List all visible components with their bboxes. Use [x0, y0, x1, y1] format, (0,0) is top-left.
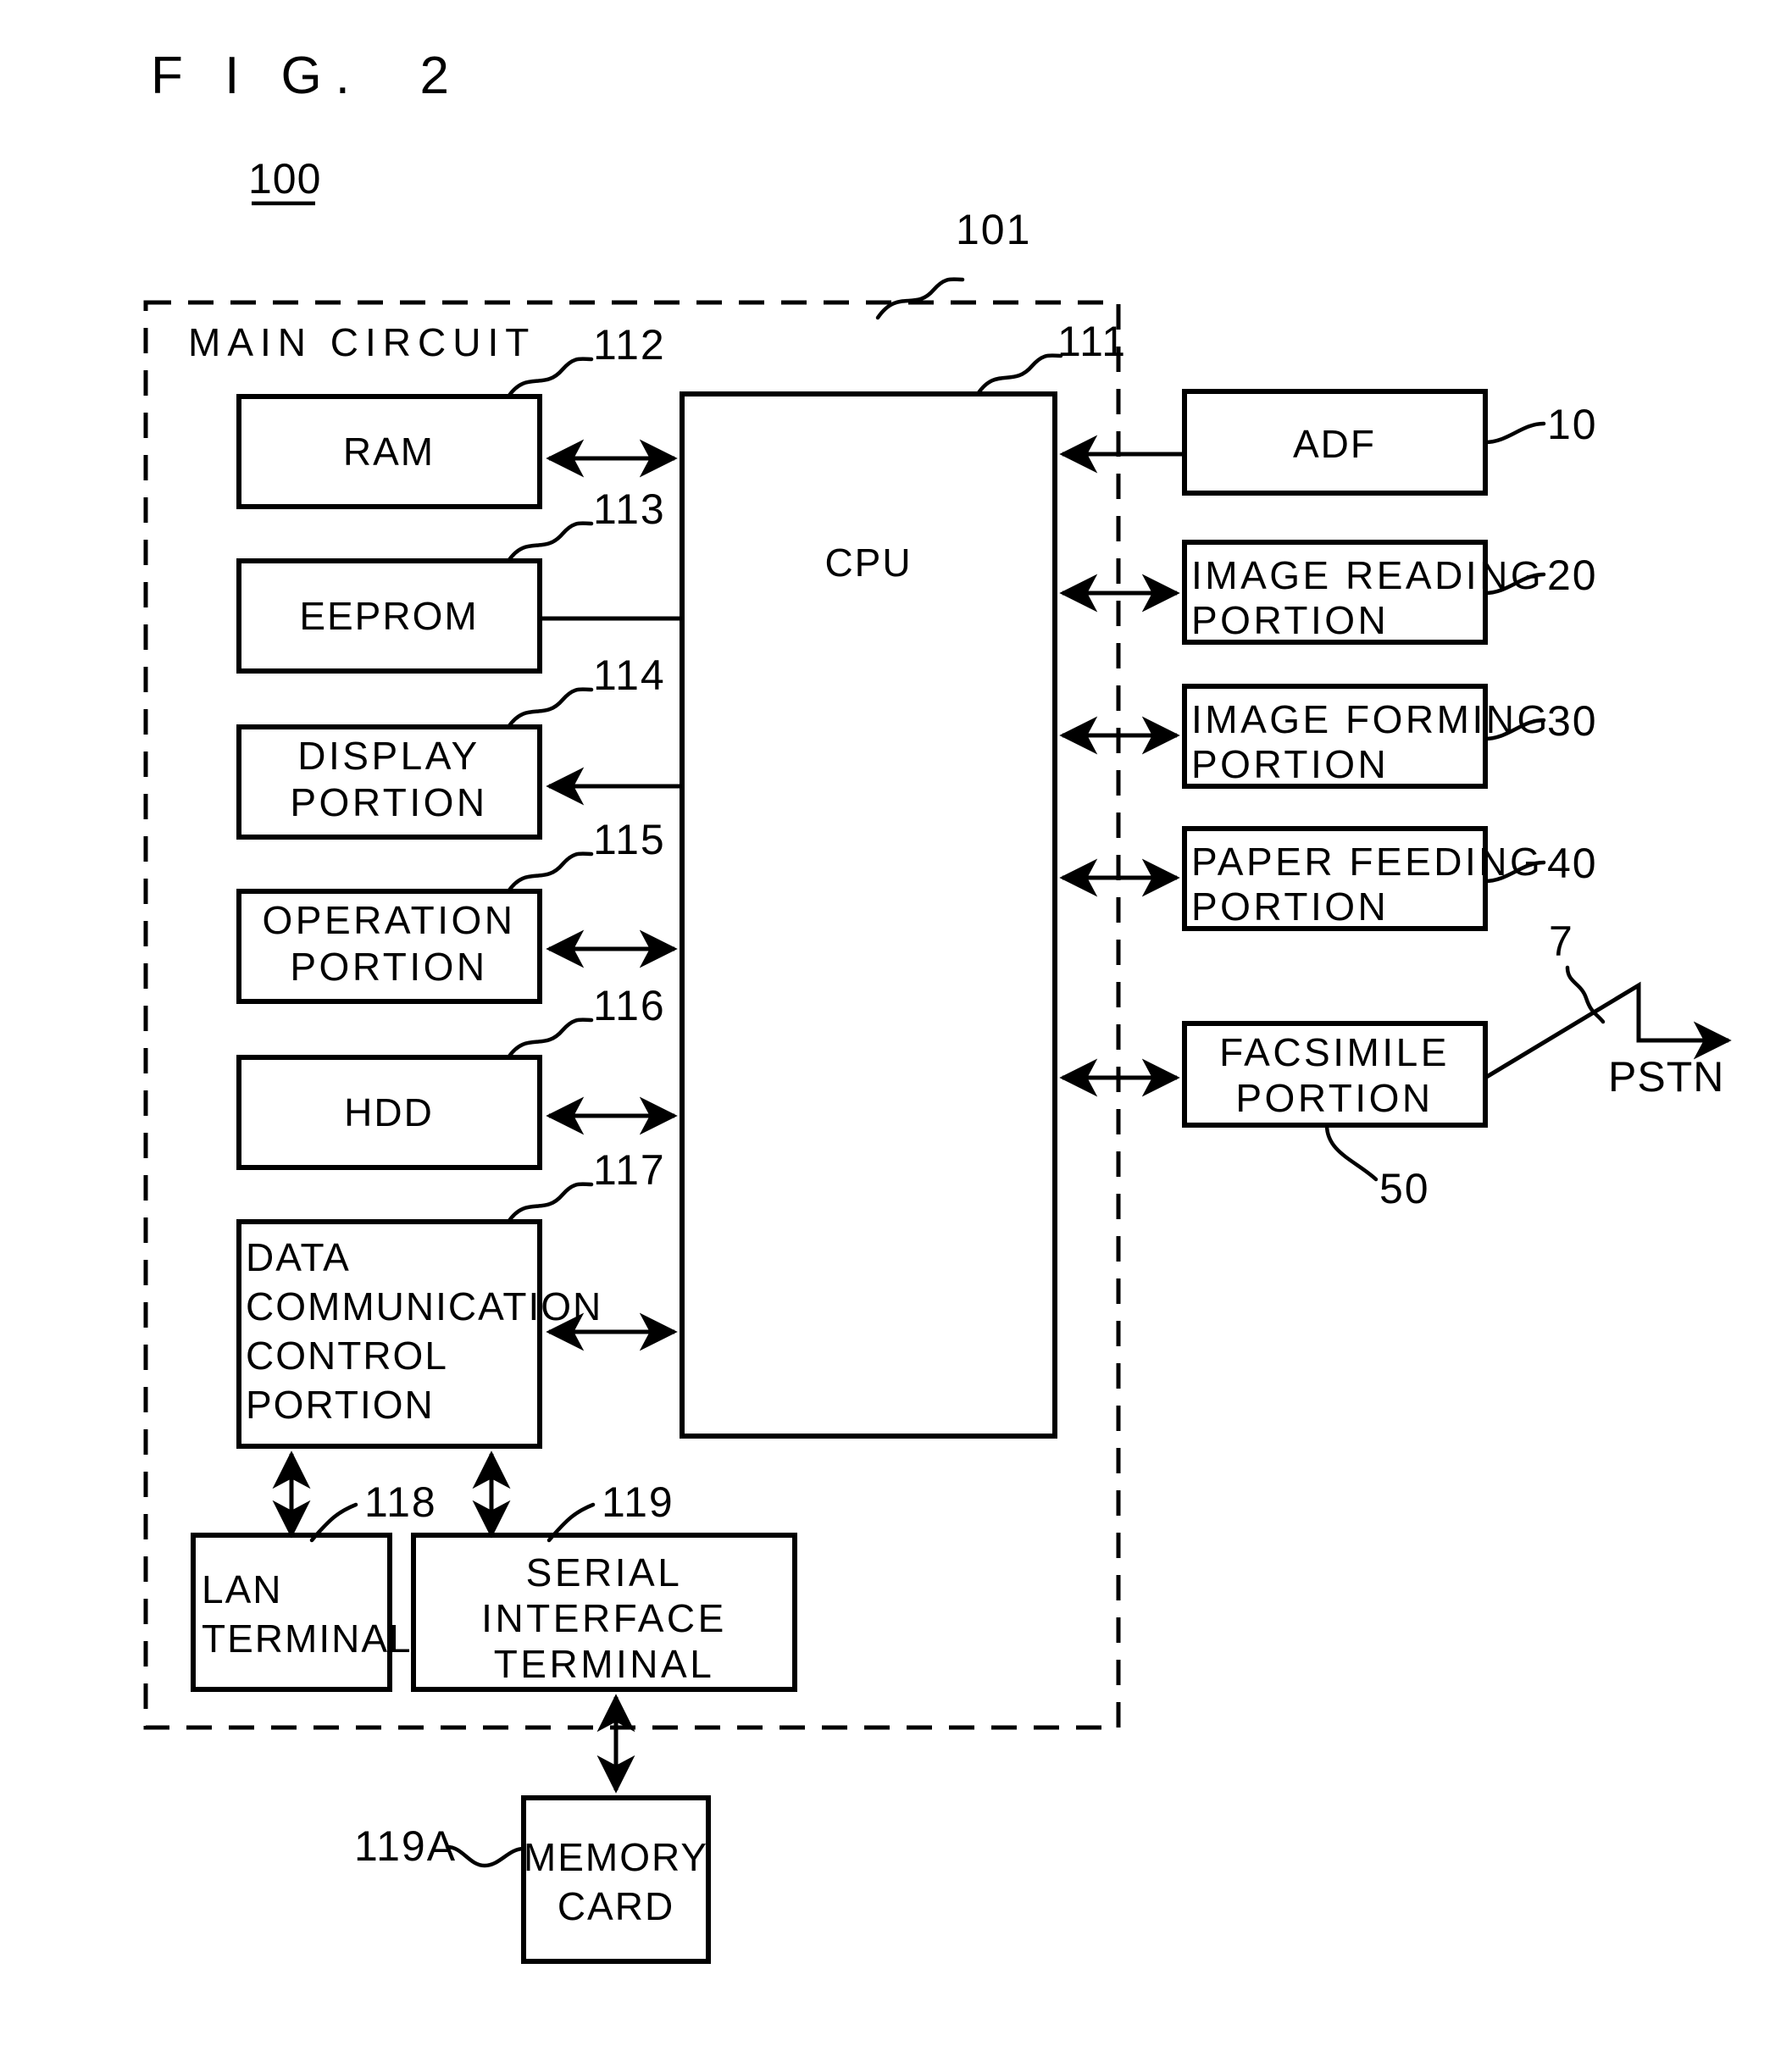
leader-10 [1483, 421, 1546, 445]
leader-111 [975, 353, 1063, 397]
ref-101: 101 [956, 206, 1031, 253]
ref-7: 7 [1549, 918, 1574, 965]
lan-terminal-label-line2: TERMINAL [202, 1617, 413, 1661]
adf-label: ADF [1293, 422, 1376, 466]
memory-card-box [521, 1795, 711, 1964]
main-circuit-label: MAIN CIRCUIT [188, 320, 535, 364]
ref-112: 112 [593, 321, 666, 369]
ref-113: 113 [593, 485, 666, 533]
leader-119A [445, 1844, 526, 1868]
pstn-label: PSTN [1608, 1053, 1724, 1101]
ref-30: 30 [1547, 697, 1598, 745]
datacomm-label-line4: PORTION [246, 1383, 435, 1427]
leader-101 [875, 277, 965, 320]
leader-113 [506, 521, 594, 563]
ref-117: 117 [593, 1146, 666, 1194]
leader-117 [506, 1182, 594, 1224]
image-forming-label-line1: IMAGE FORMING [1191, 697, 1551, 741]
ref-114: 114 [593, 652, 666, 699]
operation-portion-label-line1: OPERATION [262, 898, 515, 942]
figure-title: F I G. 2 [151, 47, 463, 105]
leader-114 [506, 687, 594, 729]
leader-50 [1324, 1123, 1379, 1182]
ref-116: 116 [593, 982, 666, 1029]
hdd-label: HDD [344, 1090, 434, 1134]
image-forming-label-line2: PORTION [1191, 742, 1389, 786]
block-diagram-canvas: F I G. 2 100 101 MAIN CIRCUIT CPU 111 RA… [143, 47, 1732, 1964]
ram-label: RAM [343, 430, 435, 474]
eeprom-label: EEPROM [299, 594, 478, 638]
ref-50: 50 [1379, 1165, 1430, 1212]
operation-portion-label-line2: PORTION [290, 945, 487, 989]
ref-100: 100 [248, 155, 321, 202]
ref-10: 10 [1547, 401, 1598, 448]
ref-118: 118 [364, 1478, 437, 1526]
leader-7 [1565, 965, 1606, 1024]
serial-terminal-label-line1: SERIAL [526, 1550, 683, 1594]
image-reading-label-line2: PORTION [1191, 598, 1389, 642]
datacomm-label-line3: CONTROL [246, 1334, 448, 1378]
memory-card-label-line2: CARD [558, 1884, 674, 1928]
lan-terminal-label-line1: LAN [202, 1567, 282, 1611]
patent-figure: F I G. 2 100 101 MAIN CIRCUIT CPU 111 RA… [0, 0, 1792, 2052]
cpu-label: CPU [824, 541, 912, 585]
display-portion-label-line2: PORTION [290, 780, 487, 824]
ref-115: 115 [593, 816, 666, 863]
ref-111: 111 [1057, 318, 1127, 365]
leader-116 [506, 1018, 594, 1060]
ref-119A: 119A [354, 1822, 457, 1870]
serial-terminal-label-line2: INTERFACE [481, 1596, 727, 1640]
ref-40: 40 [1547, 840, 1598, 887]
paper-feeding-label-line1: PAPER FEEDING [1191, 840, 1543, 884]
ref-119: 119 [602, 1478, 674, 1526]
serial-terminal-label-line3: TERMINAL [494, 1642, 715, 1686]
memory-card-label-line1: MEMORY [524, 1835, 708, 1879]
paper-feeding-label-line2: PORTION [1191, 885, 1389, 929]
datacomm-label-line1: DATA [246, 1235, 351, 1279]
leader-115 [506, 851, 594, 894]
lan-terminal-box [191, 1533, 392, 1692]
image-reading-label-line1: IMAGE READING [1191, 553, 1544, 597]
facsimile-label-line1: FACSIMILE [1219, 1030, 1450, 1074]
leader-112 [506, 357, 594, 399]
datacomm-label-line2: COMMUNICATION [246, 1284, 602, 1328]
display-portion-label-line1: DISPLAY [297, 734, 480, 778]
facsimile-label-line2: PORTION [1235, 1076, 1433, 1120]
ref-20: 20 [1547, 552, 1598, 599]
